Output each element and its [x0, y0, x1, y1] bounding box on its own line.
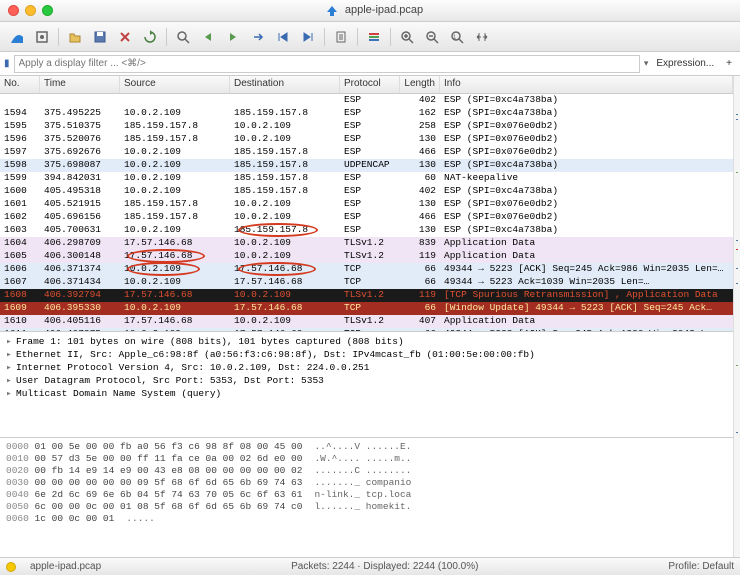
col-no[interactable]: No. [0, 76, 40, 93]
packet-row[interactable]: 1597375.69267610.0.2.109185.159.157.8ESP… [0, 146, 733, 159]
packet-row[interactable]: 1608406.39279417.57.146.6810.0.2.109TLSv… [0, 289, 733, 302]
expert-info-icon[interactable] [6, 562, 16, 572]
colorize-icon[interactable] [363, 26, 385, 48]
find-icon[interactable] [172, 26, 194, 48]
tree-item[interactable]: ▸User Datagram Protocol, Src Port: 5353,… [6, 374, 727, 387]
packet-row[interactable]: 1600405.49531810.0.2.109185.159.157.8ESP… [0, 185, 733, 198]
col-time[interactable]: Time [40, 76, 120, 93]
minimize-window-button[interactable] [25, 5, 36, 16]
packet-row[interactable]: ESP402ESP (SPI=0xc4a738ba) [0, 94, 733, 107]
hex-row[interactable]: 0000 01 00 5e 00 00 fb a0 56 f3 c6 98 8f… [6, 441, 727, 453]
save-file-icon[interactable] [89, 26, 111, 48]
hex-row[interactable]: 0050 6c 00 00 0c 00 01 08 5f 68 6f 6d 65… [6, 501, 727, 513]
shark-fin-icon[interactable] [6, 26, 28, 48]
packet-row[interactable]: 1602405.696156185.159.157.810.0.2.109ESP… [0, 211, 733, 224]
col-protocol[interactable]: Protocol [340, 76, 400, 93]
bookmark-filter-icon[interactable]: ▮ [4, 58, 10, 69]
zoom-reset-icon[interactable]: 1 [446, 26, 468, 48]
hex-row[interactable]: 0010 00 57 d3 5e 00 00 ff 11 fa ce 0a 00… [6, 453, 727, 465]
col-info[interactable]: Info [440, 76, 733, 93]
packet-row[interactable]: 1604406.29870917.57.146.6810.0.2.109TLSv… [0, 237, 733, 250]
zoom-out-icon[interactable] [421, 26, 443, 48]
packet-row[interactable]: 1595375.510375185.159.157.810.0.2.109ESP… [0, 120, 733, 133]
status-filename: apple-ipad.pcap [30, 561, 101, 572]
hex-row[interactable]: 0060 1c 00 0c 00 01..... [6, 513, 727, 525]
col-destination[interactable]: Destination [230, 76, 340, 93]
packet-details-pane[interactable]: ▸Frame 1: 101 bytes on wire (808 bits), … [0, 332, 733, 438]
status-profile[interactable]: Profile: Default [668, 561, 734, 572]
go-to-packet-icon[interactable] [247, 26, 269, 48]
packet-row[interactable]: 1605406.30014817.57.146.6810.0.2.109TLSv… [0, 250, 733, 263]
packet-bytes-pane[interactable]: 0000 01 00 5e 00 00 fb a0 56 f3 c6 98 8f… [0, 438, 733, 557]
status-bar: apple-ipad.pcap Packets: 2244 · Displaye… [0, 557, 740, 575]
packet-row[interactable]: 1594375.49522510.0.2.109185.159.157.8ESP… [0, 107, 733, 120]
go-forward-icon[interactable] [222, 26, 244, 48]
packet-row[interactable]: 1610406.40511617.57.146.6810.0.2.109TLSv… [0, 315, 733, 328]
window-title: apple-ipad.pcap [59, 4, 740, 16]
hex-row[interactable]: 0040 6e 2d 6c 69 6e 6b 04 5f 74 63 70 05… [6, 489, 727, 501]
zoom-in-icon[interactable] [396, 26, 418, 48]
packet-row[interactable]: 1603405.70063110.0.2.109185.159.157.8ESP… [0, 224, 733, 237]
close-window-button[interactable] [8, 5, 19, 16]
packet-row[interactable]: 1606406.37137410.0.2.10917.57.146.68TCP6… [0, 263, 733, 276]
packet-row[interactable]: 1611406.40787510.0.2.10917.57.146.68TCP6… [0, 328, 733, 331]
display-filter-input[interactable] [14, 55, 640, 73]
hex-row[interactable]: 0030 00 00 00 00 00 00 09 5f 68 6f 6d 65… [6, 477, 727, 489]
tree-item[interactable]: ▸Ethernet II, Src: Apple_c6:98:8f (a0:56… [6, 348, 727, 361]
col-source[interactable]: Source [120, 76, 230, 93]
capture-options-icon[interactable] [31, 26, 53, 48]
hex-row[interactable]: 0020 00 fb 14 e9 14 e9 00 43 e8 08 00 00… [6, 465, 727, 477]
titlebar: apple-ipad.pcap [0, 0, 740, 22]
filter-bar: ▮ ▾ Expression... + [0, 52, 740, 76]
toolbar: 1 [0, 22, 740, 52]
maximize-window-button[interactable] [42, 5, 53, 16]
packet-row[interactable]: 1601405.521915185.159.157.810.0.2.109ESP… [0, 198, 733, 211]
reload-icon[interactable] [139, 26, 161, 48]
tree-item[interactable]: ▸Multicast Domain Name System (query) [6, 387, 727, 400]
packet-row[interactable]: 1599394.84203110.0.2.109185.159.157.8ESP… [0, 172, 733, 185]
packet-row[interactable]: 1609406.39533010.0.2.10917.57.146.68TCP6… [0, 302, 733, 315]
packet-list-pane[interactable]: No. Time Source Destination Protocol Len… [0, 76, 733, 332]
filter-dropdown-icon[interactable]: ▾ [644, 58, 649, 69]
go-back-icon[interactable] [197, 26, 219, 48]
packet-list-header: No. Time Source Destination Protocol Len… [0, 76, 733, 94]
auto-scroll-icon[interactable] [330, 26, 352, 48]
resize-columns-icon[interactable] [471, 26, 493, 48]
col-length[interactable]: Length [400, 76, 440, 93]
packet-row[interactable]: 1607406.37143410.0.2.10917.57.146.68TCP6… [0, 276, 733, 289]
add-filter-button[interactable]: + [722, 58, 736, 69]
go-first-icon[interactable] [272, 26, 294, 48]
expression-button[interactable]: Expression... [652, 58, 718, 69]
tree-item[interactable]: ▸Frame 1: 101 bytes on wire (808 bits), … [6, 335, 727, 348]
close-file-icon[interactable] [114, 26, 136, 48]
packet-row[interactable]: 1598375.69808710.0.2.109185.159.157.8UDP… [0, 159, 733, 172]
tree-item[interactable]: ▸Internet Protocol Version 4, Src: 10.0.… [6, 361, 727, 374]
status-packets: Packets: 2244 · Displayed: 2244 (100.0%) [291, 561, 478, 572]
intelligent-scrollbar[interactable] [733, 76, 740, 557]
packet-row[interactable]: 1596375.520076185.159.157.810.0.2.109ESP… [0, 133, 733, 146]
go-last-icon[interactable] [297, 26, 319, 48]
open-file-icon[interactable] [64, 26, 86, 48]
